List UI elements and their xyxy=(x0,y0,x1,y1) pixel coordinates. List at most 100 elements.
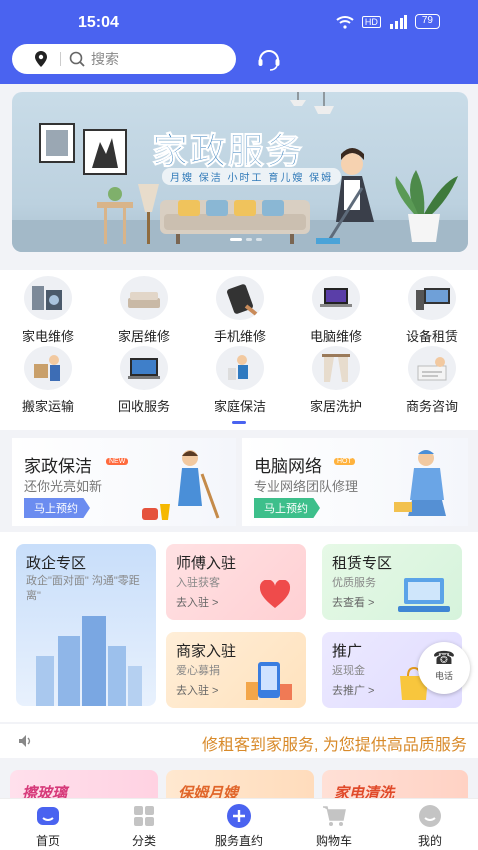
service-label: 设备租赁 xyxy=(405,329,458,344)
status-time: 15:04 xyxy=(78,14,119,31)
tab-direct-booking[interactable]: 服务直约 xyxy=(199,803,279,849)
location-pin-icon[interactable] xyxy=(30,51,52,67)
profile-icon xyxy=(417,803,443,829)
notice-text: 修租客到家服务, 为您提供高品质服务 xyxy=(202,737,467,754)
bottom-tab-bar: 首页 分类 服务直约 购物车 我的 xyxy=(0,798,478,850)
service-label: 回收服务 xyxy=(117,399,170,414)
card-subtitle: 返现金 xyxy=(332,665,365,677)
card-subtitle: 政企"面对面" 沟通"零距离" xyxy=(26,575,140,602)
card-title: 商家入驻 xyxy=(176,643,237,660)
service-moving[interactable]: 搬家运输 xyxy=(0,346,96,415)
equipment-rental-icon xyxy=(408,276,456,320)
banner-dot-active xyxy=(230,238,242,241)
book-now-button[interactable]: 马上预约 xyxy=(24,498,90,518)
signal-icon xyxy=(389,14,407,29)
promo-home-cleaning[interactable]: 家政保洁 NEW 还你光亮如新 马上预约 xyxy=(12,438,236,526)
tab-label: 分类 xyxy=(131,834,156,848)
promo-subtitle: 专业网络团队修理 xyxy=(254,479,359,494)
search-bar[interactable]: 搜索 xyxy=(12,44,236,74)
service-grid: 家电维修 家居维修 手机维修 电脑维修 设备租赁 搬家运输 回收服务 家庭保洁 … xyxy=(0,270,478,430)
cleaner-illustration xyxy=(142,450,220,520)
home-care-icon xyxy=(312,346,360,390)
gov-enterprise-card[interactable]: 政企专区 政企"面对面" 沟通"零距离" xyxy=(16,544,156,706)
tab-home[interactable]: 首页 xyxy=(8,803,88,849)
battery-indicator: 79 xyxy=(414,14,440,29)
phone-call-button[interactable]: ☎ 电话 xyxy=(418,642,470,694)
computer-illustration xyxy=(398,578,450,612)
card-title: 政企专区 xyxy=(26,555,87,572)
home-icon xyxy=(35,803,61,829)
service-appliance-repair[interactable]: 家电维修 xyxy=(0,276,96,345)
buildings-illustration xyxy=(36,616,142,706)
cleaning-icon xyxy=(216,346,264,390)
banner-subtitle: 月嫂 保洁 小时工 育儿嫂 保姆 xyxy=(162,168,342,185)
service-label: 商务咨询 xyxy=(405,399,458,414)
book-now-button[interactable]: 马上预约 xyxy=(254,498,320,518)
tab-label: 服务直约 xyxy=(214,834,263,848)
service-home-cleaning[interactable]: 家庭保洁 xyxy=(192,346,288,415)
tab-category[interactable]: 分类 xyxy=(104,803,184,849)
appliance-repair-icon xyxy=(24,276,72,320)
service-label: 手机维修 xyxy=(213,329,266,344)
promo-title: 电脑网络 xyxy=(254,457,322,476)
master-join-card[interactable]: 师傅入驻 入驻获客 去入驻 > xyxy=(166,544,306,620)
service-business-consulting[interactable]: 商务咨询 xyxy=(384,346,478,415)
cart-icon xyxy=(321,803,347,829)
store-illustration xyxy=(246,662,292,700)
customer-service-icon[interactable] xyxy=(256,46,282,72)
card-subtitle: 优质服务 xyxy=(332,577,376,589)
service-computer-repair[interactable]: 电脑维修 xyxy=(288,276,384,345)
feature-cards: 政企专区 政企"面对面" 沟通"零距离" 师傅入驻 入驻获客 去入驻 > 租赁专… xyxy=(0,532,478,722)
promo-title: 家政保洁 xyxy=(24,457,92,476)
card-link[interactable]: 去入驻 > xyxy=(176,682,218,698)
category-icon xyxy=(131,803,157,829)
service-home-care[interactable]: 家居洗护 xyxy=(288,346,384,415)
card-title: 租赁专区 xyxy=(332,555,393,572)
tab-cart[interactable]: 购物车 xyxy=(294,803,374,849)
card-link[interactable]: 去推广 > xyxy=(332,682,374,698)
tab-label: 首页 xyxy=(35,834,60,848)
moving-icon xyxy=(24,346,72,390)
card-subtitle: 入驻获客 xyxy=(176,577,220,589)
status-icons: HD 79 xyxy=(336,14,440,29)
tab-profile[interactable]: 我的 xyxy=(390,803,470,849)
service-equipment-rental[interactable]: 设备租赁 xyxy=(384,276,478,345)
technician-illustration xyxy=(394,450,446,516)
service-label: 电脑维修 xyxy=(309,329,362,344)
tab-label: 购物车 xyxy=(315,834,352,848)
banner-dot xyxy=(256,238,262,241)
service-label: 家庭保洁 xyxy=(213,399,266,414)
promo-computer-network[interactable]: 电脑网络 HOT 专业网络团队修理 马上预约 xyxy=(242,438,468,526)
card-link[interactable]: 去入驻 > xyxy=(176,594,218,610)
search-input[interactable]: 搜索 xyxy=(91,49,119,69)
header: 搜索 xyxy=(0,44,478,84)
search-icon xyxy=(69,51,85,67)
service-label: 家电维修 xyxy=(21,329,74,344)
recycling-icon xyxy=(120,346,168,390)
phone-label: 电话 xyxy=(434,671,453,681)
search-divider xyxy=(60,52,61,66)
card-title: 推广 xyxy=(332,643,363,660)
service-phone-repair[interactable]: 手机维修 xyxy=(192,276,288,345)
speaker-icon xyxy=(19,735,31,747)
merchant-join-card[interactable]: 商家入驻 爱心募捐 去入驻 > xyxy=(166,632,306,708)
plus-icon xyxy=(226,803,252,829)
service-furniture-repair[interactable]: 家居维修 xyxy=(96,276,192,345)
service-recycling[interactable]: 回收服务 xyxy=(96,346,192,415)
heart-icon xyxy=(259,580,291,608)
phone-repair-icon xyxy=(216,276,264,320)
promo-banner[interactable]: 家政服务 月嫂 保洁 小时工 育儿嫂 保姆 xyxy=(12,92,468,252)
consulting-icon xyxy=(408,346,456,390)
service-label: 家居洗护 xyxy=(309,399,362,414)
furniture-repair-icon xyxy=(120,276,168,320)
new-badge: NEW xyxy=(106,458,129,465)
hot-badge: HOT xyxy=(334,458,355,465)
banner-title: 家政服务 xyxy=(151,130,305,172)
banner-pagination xyxy=(230,238,262,241)
card-link[interactable]: 去查看 > xyxy=(332,594,374,610)
wifi-icon xyxy=(336,15,354,29)
card-subtitle: 爱心募捐 xyxy=(176,665,220,677)
service-label: 搬家运输 xyxy=(21,399,74,414)
phone-icon: ☎ xyxy=(432,648,456,668)
rental-card[interactable]: 租赁专区 优质服务 去查看 > xyxy=(322,544,462,620)
